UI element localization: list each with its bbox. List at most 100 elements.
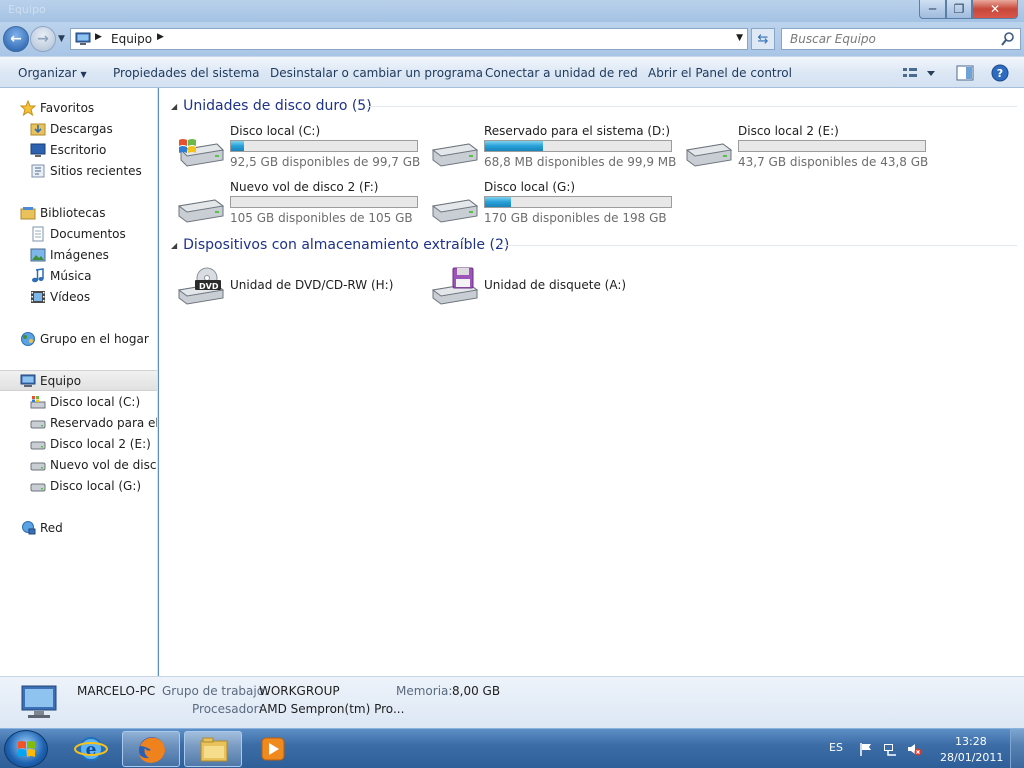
drive-tile-f[interactable]: Nuevo vol de disco 2 (F:) 105 GB disponi… [177,180,427,230]
sidebar-item-escritorio[interactable]: Escritorio [30,139,157,160]
drive-tile-floppy[interactable]: Unidad de disquete (A:) [431,262,681,312]
sidebar-item-favoritos[interactable]: Favoritos [20,97,157,118]
sidebar-item-imagenes[interactable]: Imágenes [30,244,157,265]
minimize-button[interactable]: ─ [919,0,946,19]
taskbar-firefox[interactable] [122,731,180,767]
clock-date[interactable]: 28/01/2011 [940,751,1003,764]
drive-name: Unidad de disquete (A:) [484,278,627,292]
map-network-drive-button[interactable]: Conectar a unidad de red [485,66,638,80]
videos-icon [31,290,45,303]
open-control-panel-button[interactable]: Abrir el Panel de control [648,66,792,80]
window-titlebar[interactable]: Equipo ─ ❐ ✕ [0,0,1024,22]
language-indicator[interactable]: ES [829,741,843,754]
sidebar-item-disco-f[interactable]: Nuevo vol de disco 2 (F:) [30,454,157,475]
drive-free-space: 43,7 GB disponibles de 43,8 GB [738,155,929,169]
change-view-icon[interactable] [901,65,937,81]
search-icon[interactable] [1000,31,1016,47]
drive-usage-bar [230,140,418,152]
search-input[interactable]: Buscar Equipo [781,28,1021,50]
hard-drive-icon [431,199,479,223]
group-title: Dispositivos con almacenamiento extraíbl… [183,237,510,253]
sidebar-item-musica[interactable]: Música [30,265,157,286]
windows-drive-icon [30,395,46,408]
show-desktop-button[interactable] [1010,729,1024,768]
drive-name: Unidad de DVD/CD-RW (H:) [230,278,394,292]
back-arrow-icon: ← [10,31,22,47]
address-dropdown-icon[interactable]: ▼ [736,33,743,43]
drive-usage-fill [485,141,543,151]
close-button[interactable]: ✕ [972,0,1018,19]
system-properties-button[interactable]: Propiedades del sistema [113,66,260,80]
sidebar-item-label: Reservado para el sistema (D:) [50,415,158,430]
collapse-triangle-icon: ◢ [171,240,178,250]
taskbar-media-player[interactable] [244,731,302,767]
workgroup-label: Grupo de trabajo: [162,684,269,698]
libraries-icon [20,206,36,219]
sidebar-item-disco-d[interactable]: Reservado para el sistema (D:) [30,412,158,433]
windows-logo-icon [18,741,35,757]
sidebar-item-documentos[interactable]: Documentos [30,223,157,244]
sidebar-item-disco-g[interactable]: Disco local (G:) [30,475,157,496]
drive-free-space: 105 GB disponibles de 105 GB [230,211,413,225]
sidebar-item-sitios-recientes[interactable]: Sitios recientes [30,160,157,181]
sidebar-item-disco-c[interactable]: Disco local (C:) [30,391,157,412]
drive-tile-c[interactable]: Disco local (C:) 92,5 GB disponibles de … [177,124,427,174]
action-center-flag-icon[interactable] [858,741,874,757]
hard-drive-icon [30,441,46,449]
drive-tile-g[interactable]: Disco local (G:) 170 GB disponibles de 1… [431,180,681,230]
volume-muted-icon[interactable] [906,741,922,757]
uninstall-program-button[interactable]: Desinstalar o cambiar un programa [270,66,483,80]
drive-name: Nuevo vol de disco 2 (F:) [230,180,379,194]
hard-drive-icon [30,483,46,491]
sidebar-item-label: Favoritos [40,100,95,115]
sidebar-item-disco-e[interactable]: Disco local 2 (E:) [30,433,157,454]
folder-icon [200,737,228,762]
group-title: Unidades de disco duro (5) [183,98,372,114]
breadcrumb-arrow-icon[interactable]: ▶ [95,32,102,42]
recent-pages-dropdown[interactable]: ▼ [58,34,65,44]
breadcrumb-arrow-icon[interactable]: ▶ [157,32,164,42]
preview-pane-icon[interactable] [956,65,974,81]
back-button[interactable]: ← [3,26,29,52]
taskbar-internet-explorer[interactable]: e [62,731,120,767]
sidebar-item-label: Grupo en el hogar [40,331,149,346]
drive-tile-dvd[interactable]: DVD Unidad de DVD/CD-RW (H:) [177,262,427,312]
sidebar-item-red[interactable]: Red [20,517,157,538]
forward-button[interactable]: → [30,26,56,52]
start-button[interactable] [4,730,48,768]
sidebar-item-grupo-hogar[interactable]: Grupo en el hogar [20,328,157,349]
group-header-hard-drives[interactable]: ◢ Unidades de disco duro (5) [171,98,372,114]
group-header-removable[interactable]: ◢ Dispositivos con almacenamiento extraí… [171,237,509,253]
svg-text:?: ? [997,67,1003,80]
sidebar-item-descargas[interactable]: Descargas [30,118,157,139]
memory-value: 8,00 GB [452,684,501,698]
firefox-icon [139,737,165,763]
breadcrumb-equipo[interactable]: Equipo [111,32,152,46]
sidebar-item-videos[interactable]: Vídeos [30,286,157,307]
address-bar[interactable]: ▶ Equipo ▶ ▼ [70,28,748,50]
sidebar-item-label: Música [50,268,92,283]
chevron-down-icon: ▼ [80,70,87,79]
sidebar-item-equipo[interactable]: Equipo [0,370,157,391]
network-icon [22,520,36,534]
drive-tile-e[interactable]: Disco local 2 (E:) 43,7 GB disponibles d… [685,124,935,174]
search-placeholder: Buscar Equipo [790,32,876,46]
maximize-button[interactable]: ❐ [946,0,972,19]
workgroup-value: WORKGROUP [259,684,340,698]
computer-name: MARCELO-PC [77,684,156,698]
refresh-button[interactable]: ⇆ [751,28,775,50]
network-tray-icon[interactable] [882,741,898,757]
drive-usage-bar [230,196,418,208]
sidebar-item-label: Vídeos [50,289,91,304]
taskbar-windows-explorer[interactable] [184,731,242,767]
drive-name: Disco local 2 (E:) [738,124,839,138]
command-bar: Organizar ▼ Propiedades del sistema Desi… [0,56,1024,88]
drive-tile-d[interactable]: Reservado para el sistema (D:) 68,8 MB d… [431,124,681,174]
help-icon[interactable]: ? [991,64,1009,82]
organize-button[interactable]: Organizar ▼ [18,66,87,80]
sidebar-item-label: Escritorio [50,142,107,157]
drive-free-space: 68,8 MB disponibles de 99,9 MB [484,155,677,169]
navigation-row: ← → ▼ ▶ Equipo ▶ ▼ ⇆ Buscar Equipo [0,22,1024,56]
clock-time[interactable]: 13:28 [955,735,987,748]
sidebar-item-bibliotecas[interactable]: Bibliotecas [20,202,157,223]
